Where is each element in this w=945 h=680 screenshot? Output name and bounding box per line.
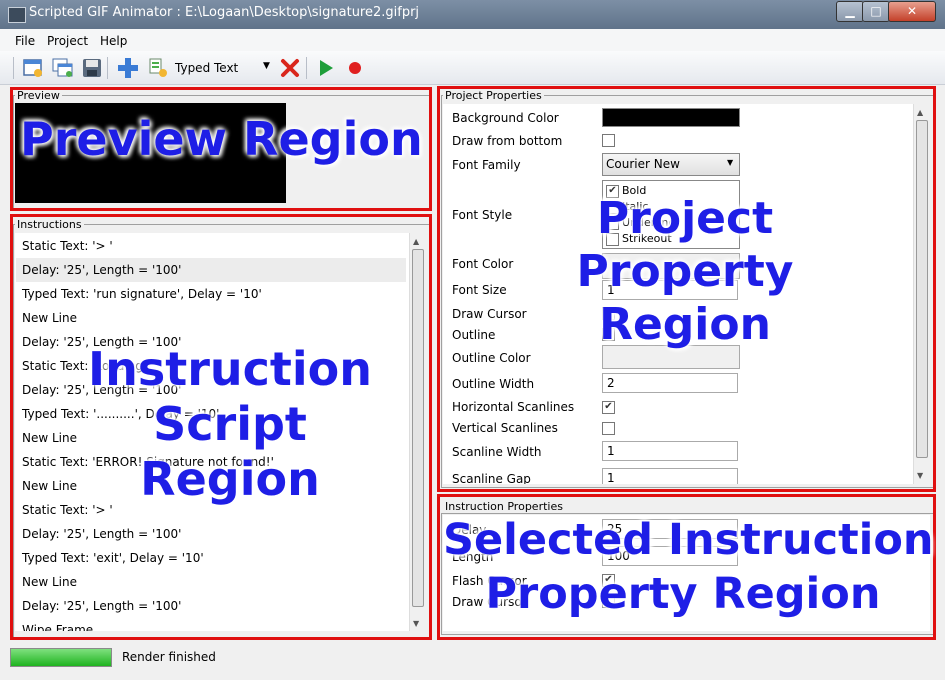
menu-file[interactable]: File	[15, 34, 35, 48]
close-button[interactable]: ✕	[888, 1, 936, 22]
overlay-line: Instruction	[87, 342, 373, 396]
render-progress-bar	[10, 648, 112, 667]
instruction-properties-region-overlay: Selected Instruction Property Region	[443, 514, 934, 622]
toolbar-separator	[306, 57, 307, 79]
project-properties-region-overlay: Project Property Region	[540, 193, 830, 351]
overlay-line: Property Region	[485, 568, 881, 619]
menu-bar	[0, 29, 945, 51]
preview-region-overlay: Preview Region	[20, 112, 423, 166]
add-icon[interactable]	[117, 57, 138, 78]
play-icon[interactable]	[316, 58, 336, 78]
toolbar	[0, 51, 945, 85]
edit-icon[interactable]	[148, 57, 168, 77]
toolbar-separator	[107, 57, 108, 79]
instructions-region-overlay: Instruction Script Region	[40, 342, 420, 508]
record-icon[interactable]	[345, 58, 365, 78]
new-project-icon[interactable]	[23, 58, 43, 78]
overlay-line: Region	[599, 298, 771, 350]
minimize-button[interactable]: ▁	[836, 1, 864, 22]
delete-icon[interactable]	[280, 58, 300, 78]
add-frames-icon[interactable]	[52, 58, 73, 78]
overlay-line: Selected Instruction	[443, 515, 934, 565]
overlay-line: Property	[576, 245, 794, 297]
status-text: Render finished	[122, 650, 216, 664]
menu-project[interactable]: Project	[47, 34, 88, 48]
toolbar-grip	[13, 57, 14, 79]
instruction-type-select[interactable]: Typed Text ▼	[171, 57, 273, 79]
overlay-line: Script	[153, 397, 307, 452]
window-title: Scripted GIF Animator : E:\Logaan\Deskto…	[29, 5, 420, 20]
progress-fill	[11, 649, 111, 666]
instruction-type-value: Typed Text	[175, 61, 239, 75]
overlay-line: Project	[596, 193, 774, 244]
overlay-line: Region	[140, 452, 320, 507]
chevron-down-icon: ▼	[263, 61, 270, 71]
maximize-button[interactable]: □	[862, 1, 890, 22]
save-icon[interactable]	[82, 58, 102, 78]
app-icon	[8, 7, 26, 23]
menu-help[interactable]: Help	[100, 34, 127, 48]
